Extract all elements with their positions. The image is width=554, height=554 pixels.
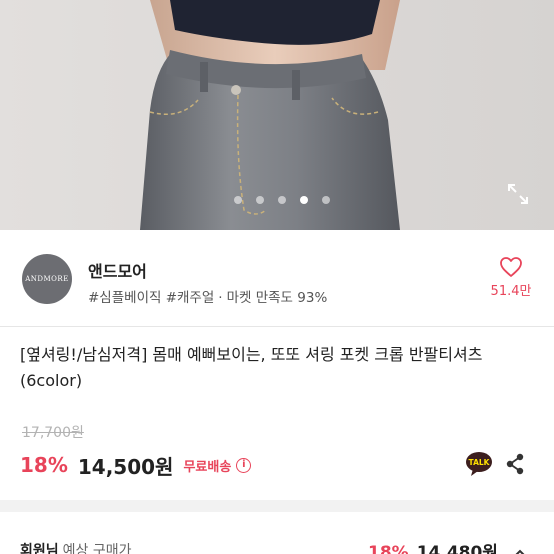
free-shipping-label: 무료배송 bbox=[183, 459, 232, 475]
store-avatar[interactable]: ANDMORE bbox=[22, 254, 72, 304]
carousel-dot[interactable] bbox=[322, 196, 330, 204]
carousel-dot[interactable] bbox=[300, 196, 308, 204]
price-row: 18% 14,500원 무료배송 i bbox=[20, 450, 252, 480]
section-gap bbox=[0, 500, 554, 512]
divider bbox=[0, 326, 554, 327]
member-sub-label: 예상 구매가 bbox=[62, 543, 132, 554]
carousel-dot[interactable] bbox=[278, 196, 286, 204]
carousel-dot[interactable] bbox=[234, 196, 242, 204]
product-image[interactable] bbox=[0, 0, 554, 230]
member-name: 회원님 bbox=[20, 543, 59, 554]
share-button[interactable] bbox=[504, 452, 526, 476]
store-avatar-logo: ANDMORE bbox=[25, 275, 69, 283]
carousel-dot[interactable] bbox=[256, 196, 264, 204]
member-price-row[interactable]: 회원님 예상 구매가 18% 14,480원 bbox=[0, 512, 554, 554]
expand-icon[interactable] bbox=[506, 182, 530, 206]
member-discount: 18% bbox=[368, 543, 409, 554]
carousel-dots bbox=[0, 196, 554, 204]
store-satisfaction: 마켓 만족도 93% bbox=[226, 290, 328, 306]
store-tags: #심플베이직 #캐주얼 bbox=[88, 290, 215, 306]
store-name[interactable]: 앤드모어 bbox=[88, 258, 147, 282]
sale-price: 14,500원 bbox=[77, 454, 174, 479]
kakao-talk-label: TALK bbox=[469, 458, 491, 467]
share-icon bbox=[506, 453, 524, 475]
product-title: [옆셔링!/남심저격] 몸매 예뻐보이는, 또또 셔링 포켓 크롭 반팔티셔츠 … bbox=[20, 345, 483, 390]
like-button[interactable]: 51.4만 bbox=[488, 256, 534, 299]
member-price-value: 14,480원 bbox=[416, 543, 498, 554]
info-icon[interactable]: i bbox=[236, 457, 252, 473]
kakao-talk-button[interactable]: TALK bbox=[465, 451, 493, 477]
member-label: 회원님 예상 구매가 bbox=[20, 540, 132, 554]
discount-rate: 18% bbox=[20, 453, 68, 477]
heart-icon bbox=[500, 257, 522, 277]
member-price: 18% 14,480원 bbox=[368, 538, 498, 554]
chevron-up-icon[interactable] bbox=[512, 544, 528, 554]
like-count: 51.4만 bbox=[490, 284, 532, 299]
original-price: 17,700원 bbox=[22, 425, 84, 441]
meta-separator: · bbox=[218, 290, 223, 306]
kakao-talk-icon: TALK bbox=[466, 452, 492, 476]
store-meta: #심플베이직 #캐주얼 · 마켓 만족도 93% bbox=[88, 286, 327, 306]
store-info[interactable]: ANDMORE 앤드모어 #심플베이직 #캐주얼 · 마켓 만족도 93% 51.4… bbox=[0, 230, 554, 326]
